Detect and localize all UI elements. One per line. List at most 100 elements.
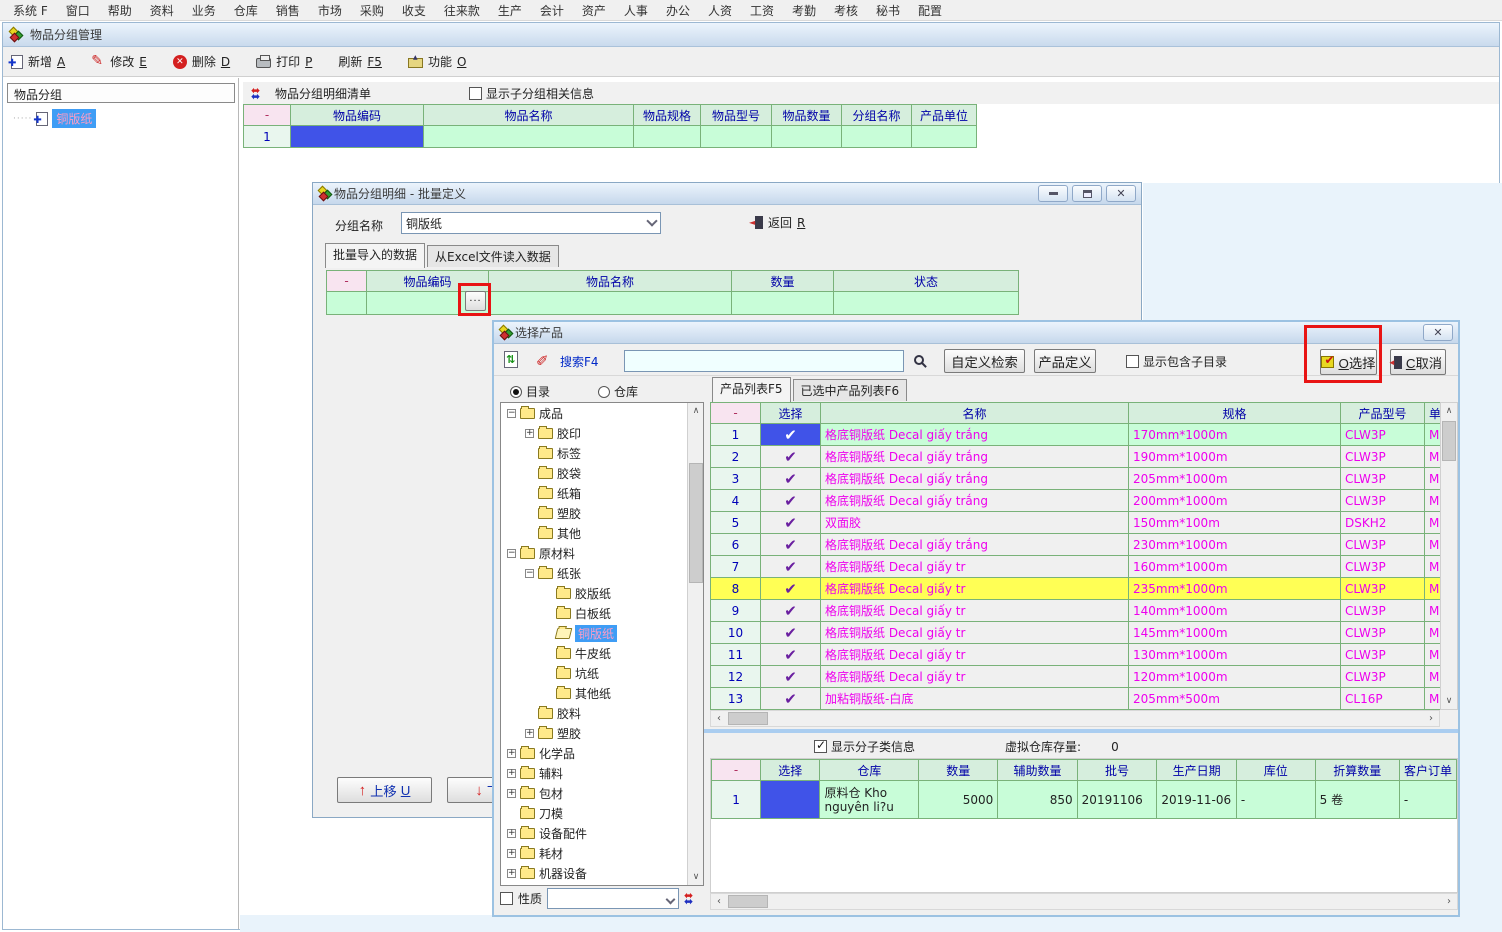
select-check-cell[interactable]: ✔ bbox=[761, 556, 821, 578]
toolbar-button-none[interactable]: 刷新F5 bbox=[338, 53, 382, 70]
select-check-cell[interactable]: ✔ bbox=[761, 512, 821, 534]
tree-node[interactable]: +塑胶 bbox=[501, 723, 687, 743]
menu-item[interactable]: 市场 bbox=[309, 0, 351, 21]
return-button[interactable]: 返回 R bbox=[755, 214, 805, 231]
expand-icon[interactable]: + bbox=[507, 829, 516, 838]
select-check-cell[interactable]: ✔ bbox=[761, 622, 821, 644]
selected-cell[interactable] bbox=[291, 126, 424, 148]
show-subdir-checkbox-row[interactable]: 显示包含子目录 bbox=[1126, 353, 1227, 370]
table-row[interactable]: 1 bbox=[244, 126, 977, 148]
scroll-right-icon[interactable]: › bbox=[1423, 711, 1439, 726]
product-row[interactable]: 2✔格底铜版纸 Decal giấy trắng190mm*1000mCLW3P… bbox=[711, 446, 1446, 468]
menu-item[interactable]: 考勤 bbox=[783, 0, 825, 21]
nature-combobox[interactable] bbox=[547, 888, 679, 909]
minimize-button[interactable] bbox=[1038, 185, 1068, 202]
tree-node[interactable]: −原材料 bbox=[501, 543, 687, 563]
product-scrollbar[interactable]: ∧ ∨ bbox=[1440, 402, 1458, 710]
tree-node[interactable]: +机器设备 bbox=[501, 863, 687, 883]
menu-item[interactable]: 往来款 bbox=[435, 0, 489, 21]
product-row[interactable]: 5✔双面胶150mm*100mDSKH2M bbox=[711, 512, 1446, 534]
tree-node[interactable]: +胶印 bbox=[501, 423, 687, 443]
nature-checkbox[interactable] bbox=[500, 892, 513, 905]
expand-icon[interactable]: + bbox=[507, 869, 516, 878]
show-subclass-checkbox[interactable] bbox=[814, 740, 827, 753]
menu-item[interactable]: 人事 bbox=[615, 0, 657, 21]
product-row[interactable]: 8✔格底铜版纸 Decal giấy tr235mm*1000mCLW3PM bbox=[711, 578, 1446, 600]
scroll-up-icon[interactable]: ∧ bbox=[688, 403, 704, 419]
radio-warehouse[interactable]: 仓库 bbox=[598, 383, 638, 400]
tab-已选中产品列表F6[interactable]: 已选中产品列表F6 bbox=[793, 379, 908, 401]
tree-node[interactable]: +化学品 bbox=[501, 743, 687, 763]
close-button[interactable]: ✕ bbox=[1106, 185, 1136, 202]
tree-node[interactable]: −胶版纸 bbox=[501, 583, 687, 603]
product-row[interactable]: 7✔格底铜版纸 Decal giấy tr160mm*1000mCLW3PM bbox=[711, 556, 1446, 578]
menu-item[interactable]: 秘书 bbox=[867, 0, 909, 21]
tree-node[interactable]: −其他 bbox=[501, 523, 687, 543]
toolbar-button-edit[interactable]: 修改E bbox=[91, 53, 147, 70]
scroll-thumb[interactable] bbox=[1442, 421, 1456, 461]
menu-item[interactable]: 收支 bbox=[393, 0, 435, 21]
menu-item[interactable]: 办公 bbox=[657, 0, 699, 21]
menu-item[interactable]: 帮助 bbox=[99, 0, 141, 21]
select-check-cell[interactable]: ✔ bbox=[761, 424, 821, 446]
tab-产品列表F5[interactable]: 产品列表F5 bbox=[712, 377, 791, 402]
tree-node[interactable]: −其他纸 bbox=[501, 683, 687, 703]
tree-node[interactable]: −纸张 bbox=[501, 563, 687, 583]
collapse-icon[interactable]: − bbox=[507, 549, 516, 558]
product-row[interactable]: 9✔格底铜版纸 Decal giấy tr140mm*1000mCLW3PM bbox=[711, 600, 1446, 622]
menu-item[interactable]: 仓库 bbox=[225, 0, 267, 21]
select-check-cell[interactable]: ✔ bbox=[761, 666, 821, 688]
tree-node[interactable]: +设备配件 bbox=[501, 823, 687, 843]
tree-node[interactable]: −塑胶 bbox=[501, 503, 687, 523]
selected-cell[interactable] bbox=[761, 781, 820, 819]
stock-hscrollbar[interactable]: ‹ › bbox=[710, 893, 1458, 910]
collapse-icon[interactable]: − bbox=[525, 569, 534, 578]
move-up-button[interactable]: ↑ 上移 U bbox=[337, 777, 432, 803]
tab-从Excel文件读入数据[interactable]: 从Excel文件读入数据 bbox=[427, 245, 559, 267]
select-check-cell[interactable]: ✔ bbox=[761, 688, 821, 710]
select-check-cell[interactable]: ✔ bbox=[761, 490, 821, 512]
search-icon[interactable] bbox=[914, 355, 924, 365]
restore-button[interactable] bbox=[1072, 185, 1102, 202]
tree-scrollbar[interactable]: ∧ ∨ bbox=[687, 403, 703, 885]
scroll-down-icon[interactable]: ∨ bbox=[1441, 693, 1457, 709]
refresh-list-icon[interactable] bbox=[504, 351, 518, 368]
show-subgroup-checkbox[interactable] bbox=[469, 87, 482, 100]
product-row[interactable]: 12✔格底铜版纸 Decal giấy tr120mm*1000mCLW3PM bbox=[711, 666, 1446, 688]
tree-node[interactable]: +耗材 bbox=[501, 843, 687, 863]
tree-node[interactable]: −胶袋 bbox=[501, 463, 687, 483]
tree-node[interactable]: −刀模 bbox=[501, 803, 687, 823]
tree-node[interactable]: −铜版纸 bbox=[501, 623, 687, 643]
menu-item[interactable]: 配置 bbox=[909, 0, 951, 21]
product-row[interactable]: 4✔格底铜版纸 Decal giấy trắng200mm*1000mCLW3P… bbox=[711, 490, 1446, 512]
toolbar-button-print[interactable]: 打印P bbox=[256, 53, 312, 70]
product-row[interactable]: 13✔加粘铜版纸-白底205mm*500mCL16PM bbox=[711, 688, 1446, 710]
toolbar-button-delete[interactable]: 删除D bbox=[173, 53, 230, 70]
menu-item[interactable]: 采购 bbox=[351, 0, 393, 21]
product-hscrollbar[interactable]: ‹ › bbox=[710, 710, 1440, 727]
toolbar-button-func[interactable]: 功能O bbox=[408, 53, 466, 70]
select-check-cell[interactable]: ✔ bbox=[761, 600, 821, 622]
menu-item[interactable]: 销售 bbox=[267, 0, 309, 21]
menu-item[interactable]: 系统 F bbox=[4, 0, 57, 21]
tree-node[interactable]: −牛皮纸 bbox=[501, 643, 687, 663]
product-row[interactable]: 3✔格底铜版纸 Decal giấy trắng205mm*1000mCLW3P… bbox=[711, 468, 1446, 490]
tree-node[interactable]: +辅料 bbox=[501, 763, 687, 783]
menu-item[interactable]: 生产 bbox=[489, 0, 531, 21]
select-check-cell[interactable]: ✔ bbox=[761, 534, 821, 556]
expand-icon[interactable]: + bbox=[525, 729, 534, 738]
menu-item[interactable]: 会计 bbox=[531, 0, 573, 21]
tree-node[interactable]: −胶料 bbox=[501, 703, 687, 723]
menu-item[interactable]: 人资 bbox=[699, 0, 741, 21]
custom-search-button[interactable]: 自定义检索 bbox=[944, 349, 1025, 373]
menu-item[interactable]: 考核 bbox=[825, 0, 867, 21]
cancel-button[interactable]: C取消 bbox=[1390, 349, 1446, 375]
product-define-button[interactable]: 产品定义 bbox=[1034, 349, 1096, 373]
close-button[interactable]: ✕ bbox=[1423, 324, 1453, 341]
scroll-left-icon[interactable]: ‹ bbox=[711, 711, 727, 726]
menu-item[interactable]: 工资 bbox=[741, 0, 783, 21]
tree-node[interactable]: −白板纸 bbox=[501, 603, 687, 623]
group-name-combobox[interactable]: 铜版纸 bbox=[401, 212, 661, 234]
group-tree-item[interactable]: ····· 铜版纸 bbox=[13, 109, 96, 128]
product-row[interactable]: 1✔格底铜版纸 Decal giấy trắng170mm*1000mCLW3P… bbox=[711, 424, 1446, 446]
